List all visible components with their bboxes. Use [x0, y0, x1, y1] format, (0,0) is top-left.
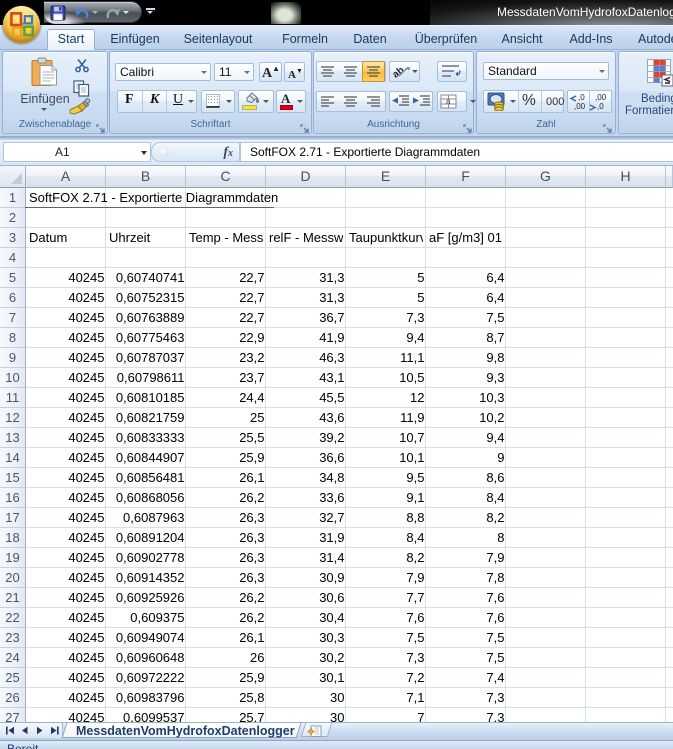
- svg-text:,00: ,00: [574, 102, 586, 111]
- svg-text:ab: ab: [393, 65, 407, 79]
- svg-text:,00: ,00: [595, 93, 607, 102]
- svg-text:a: a: [446, 97, 451, 106]
- svg-text:,0: ,0: [578, 93, 585, 102]
- svg-text:,0: ,0: [597, 102, 604, 111]
